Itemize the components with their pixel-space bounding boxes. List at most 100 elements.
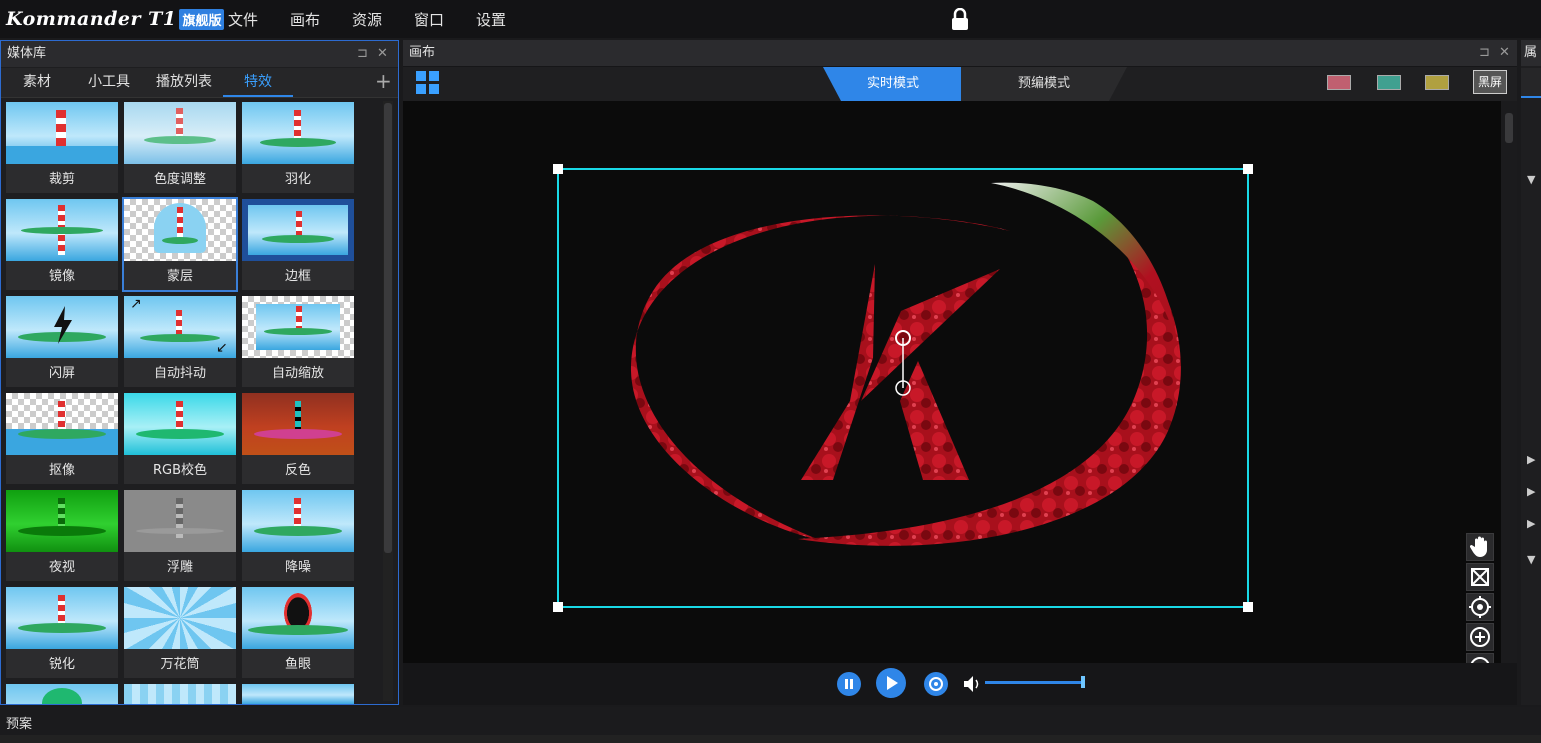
- effect-thumb: [124, 102, 236, 164]
- pin-icon[interactable]: ⊐: [1479, 40, 1490, 66]
- canvas-title: 画布: [409, 45, 436, 60]
- center-target-icon[interactable]: [1466, 593, 1494, 621]
- effect-more-3[interactable]: [242, 684, 354, 704]
- add-tab-icon[interactable]: +: [375, 69, 392, 93]
- effect-invert[interactable]: 反色: [242, 393, 354, 484]
- effect-thumb: [242, 587, 354, 649]
- tab-materials[interactable]: 素材: [5, 68, 69, 97]
- menu-canvas[interactable]: 画布: [290, 9, 320, 30]
- resize-handle[interactable]: [1243, 164, 1253, 174]
- effect-thumb: [6, 490, 118, 552]
- replay-icon: [929, 677, 943, 691]
- canvas-vscrollbar[interactable]: [1501, 101, 1517, 686]
- preset-title: 预案: [6, 717, 33, 732]
- lightning-icon: [54, 306, 72, 344]
- fit-screen-icon[interactable]: [1466, 563, 1494, 591]
- effect-thumb: [6, 102, 118, 164]
- media-scrollbar-thumb[interactable]: [384, 103, 392, 553]
- effect-kaleidoscope[interactable]: 万花筒: [124, 587, 236, 678]
- effect-denoise[interactable]: 降噪: [242, 490, 354, 581]
- zoom-in-icon[interactable]: [1466, 623, 1494, 651]
- close-icon[interactable]: ✕: [1499, 40, 1510, 66]
- effect-border[interactable]: 边框: [242, 199, 354, 290]
- properties-title: 属: [1521, 40, 1541, 66]
- media-library-title-bar: 媒体库 ⊐ ✕: [1, 41, 398, 67]
- canvas-title-bar: 画布 ⊐ ✕: [403, 40, 1517, 66]
- resize-handle[interactable]: [1243, 602, 1253, 612]
- effect-thumb: [242, 684, 354, 704]
- pin-icon[interactable]: ⊐: [357, 41, 368, 67]
- effect-thumb: [6, 393, 118, 455]
- effect-fisheye[interactable]: 鱼眼: [242, 587, 354, 678]
- effect-thumb: [124, 684, 236, 704]
- playback-bar: [403, 663, 1517, 705]
- effect-keying[interactable]: 抠像: [6, 393, 118, 484]
- expand-arrow-icon[interactable]: ▶: [1527, 453, 1535, 466]
- collapse-arrow-icon[interactable]: ▼: [1527, 553, 1535, 566]
- preset-panel: 预案: [0, 707, 1541, 743]
- media-scrollbar[interactable]: [383, 101, 393, 701]
- vscroll-thumb[interactable]: [1505, 113, 1513, 143]
- replay-button[interactable]: [924, 672, 948, 696]
- effect-rgb-correction[interactable]: RGB校色: [124, 393, 236, 484]
- canvas-area[interactable]: [403, 101, 1501, 686]
- effect-thumb: [124, 393, 236, 455]
- effect-more-1[interactable]: [6, 684, 118, 704]
- effect-night-vision[interactable]: 夜视: [6, 490, 118, 581]
- grid-layout-icon[interactable]: [416, 71, 440, 95]
- effect-mirror[interactable]: 镜像: [6, 199, 118, 290]
- play-button[interactable]: [876, 668, 906, 698]
- tab-effects[interactable]: 特效: [223, 68, 293, 97]
- black-screen-button[interactable]: 黑屏: [1473, 70, 1507, 94]
- expand-arrow-icon[interactable]: ▶: [1527, 517, 1535, 530]
- tab-playlist[interactable]: 播放列表: [149, 68, 219, 97]
- properties-tab[interactable]: [1521, 68, 1541, 98]
- color-swatch-red[interactable]: [1327, 75, 1351, 90]
- expand-arrow-icon[interactable]: ▶: [1527, 485, 1535, 498]
- effect-thumb: [6, 296, 118, 358]
- edition-badge: 旗舰版: [179, 8, 225, 30]
- effect-emboss[interactable]: 浮雕: [124, 490, 236, 581]
- menu-settings[interactable]: 设置: [476, 9, 506, 30]
- effect-thumb: [124, 490, 236, 552]
- effect-thumb: [124, 199, 236, 261]
- effect-thumb: [242, 490, 354, 552]
- effect-sharpen[interactable]: 锐化: [6, 587, 118, 678]
- effect-thumb: [6, 199, 118, 261]
- resize-handle[interactable]: [553, 602, 563, 612]
- effect-auto-zoom[interactable]: 自动缩放: [242, 296, 354, 387]
- color-swatch-olive[interactable]: [1425, 75, 1449, 90]
- effect-thumb: [242, 199, 354, 261]
- effect-thumb: [124, 587, 236, 649]
- canvas-content: [553, 164, 1253, 612]
- hand-tool-icon[interactable]: [1466, 533, 1494, 561]
- effect-mask[interactable]: 蒙层: [122, 197, 238, 292]
- volume-slider-handle[interactable]: [1081, 676, 1085, 688]
- volume-slider[interactable]: [985, 681, 1083, 684]
- pause-button[interactable]: [837, 672, 861, 696]
- effect-thumb: [6, 684, 118, 704]
- color-swatch-teal[interactable]: [1377, 75, 1401, 90]
- lock-icon[interactable]: [950, 8, 970, 30]
- effect-thumb: [6, 587, 118, 649]
- live-mode-tab[interactable]: 实时模式: [823, 67, 963, 101]
- menu-file[interactable]: 文件: [228, 9, 258, 30]
- collapse-arrow-icon[interactable]: ▼: [1527, 173, 1535, 186]
- effect-auto-shake[interactable]: ↗ ↙ 自动抖动: [124, 296, 236, 387]
- close-icon[interactable]: ✕: [377, 41, 388, 67]
- tab-widgets[interactable]: 小工具: [73, 68, 145, 97]
- volume-icon[interactable]: [963, 675, 983, 693]
- effect-more-2[interactable]: [124, 684, 236, 704]
- effect-thumb: [242, 102, 354, 164]
- effect-crop[interactable]: 裁剪: [6, 102, 118, 193]
- effect-thumb: [242, 393, 354, 455]
- menu-resource[interactable]: 资源: [352, 9, 382, 30]
- logo-k-leg: [900, 361, 969, 480]
- resize-handle[interactable]: [553, 164, 563, 174]
- effect-chroma-adjust[interactable]: 色度调整: [124, 102, 236, 193]
- menu-window[interactable]: 窗口: [414, 9, 444, 30]
- effect-feather[interactable]: 羽化: [242, 102, 354, 193]
- play-icon: [887, 676, 898, 690]
- preedit-mode-tab[interactable]: 预编模式: [961, 67, 1127, 101]
- effect-flash[interactable]: 闪屏: [6, 296, 118, 387]
